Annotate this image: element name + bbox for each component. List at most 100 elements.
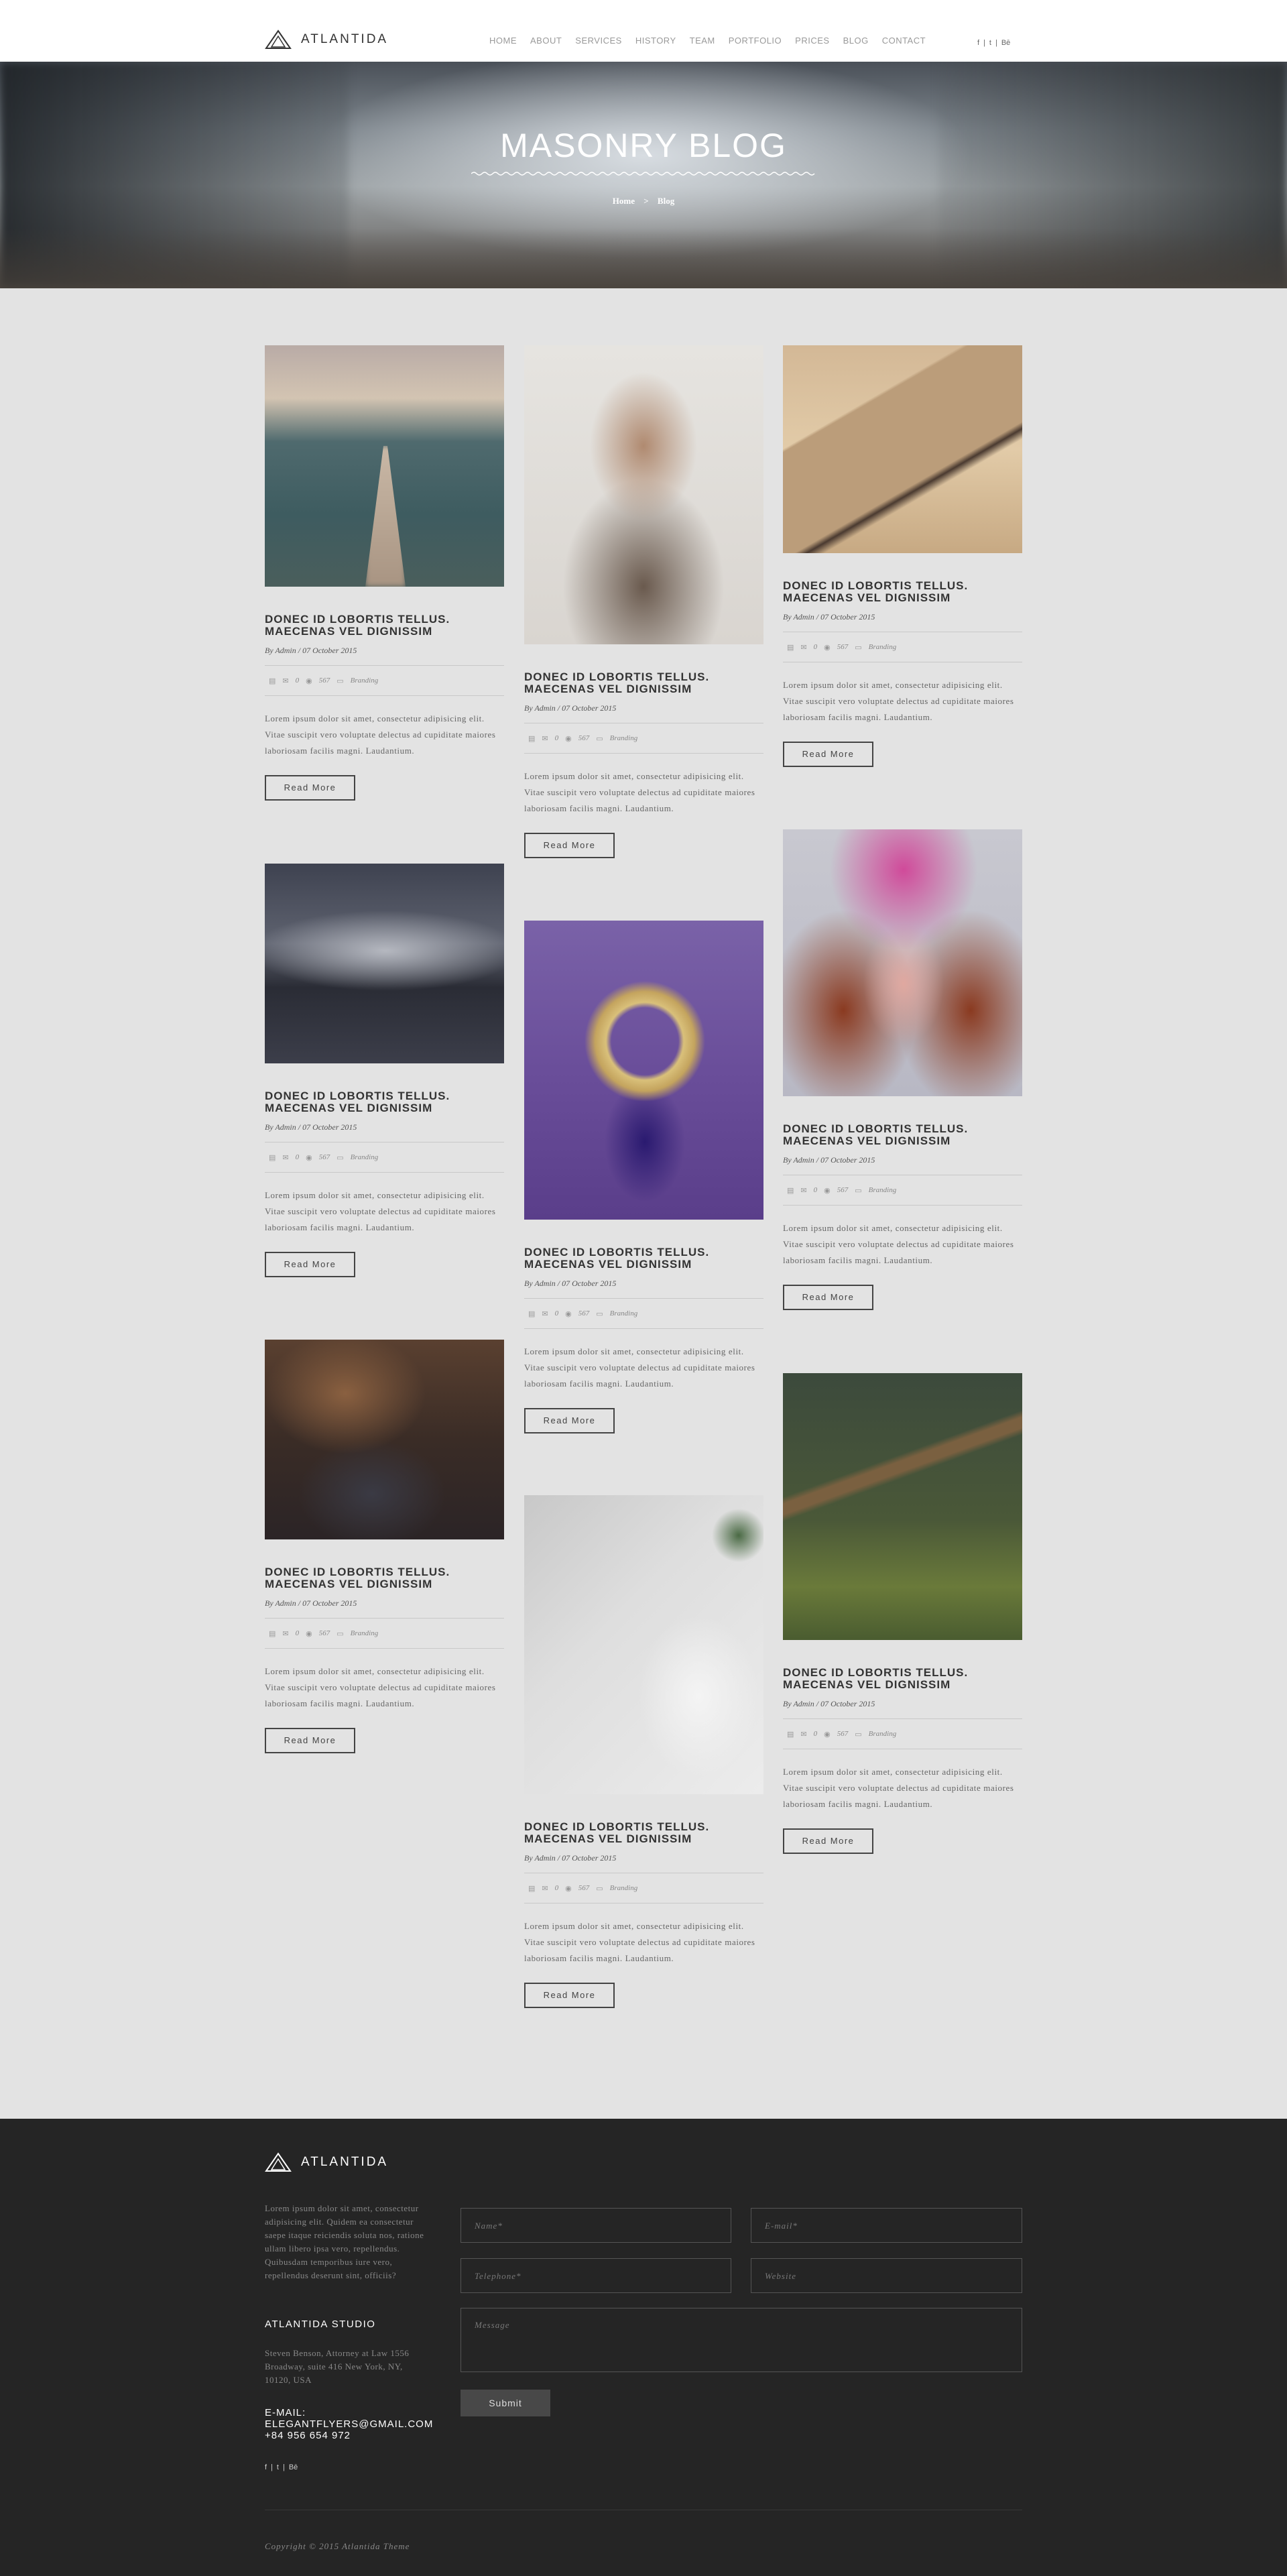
post-category[interactable]: Branding (351, 1629, 379, 1637)
nav-portfolio[interactable]: PORTFOLIO (729, 36, 782, 46)
eye-icon: ◉ (565, 1309, 572, 1318)
post-category[interactable]: Branding (610, 1309, 638, 1318)
nav-about[interactable]: ABOUT (530, 36, 562, 46)
post-title[interactable]: DONEC ID LOBORTIS TELLUS. MAECENAS VEL D… (524, 1821, 763, 1845)
post-category[interactable]: Branding (869, 643, 897, 651)
behance-icon[interactable]: Bē (289, 2463, 298, 2471)
post-category[interactable]: Branding (869, 1186, 897, 1194)
comment-count: 0 (813, 643, 818, 651)
nav-prices[interactable]: PRICES (795, 36, 829, 46)
nav-contact[interactable]: CONTACT (882, 36, 926, 46)
main-nav: HOME ABOUT SERVICES HISTORY TEAM PORTFOL… (489, 36, 926, 46)
logo-text: ATLANTIDA (301, 32, 389, 46)
post-image[interactable] (524, 345, 763, 644)
nav-services[interactable]: SERVICES (575, 36, 622, 46)
post-category[interactable]: Branding (351, 677, 379, 685)
facebook-icon[interactable]: f (977, 39, 979, 47)
nav-home[interactable]: HOME (489, 36, 517, 46)
footer-description: Lorem ipsum dolor sit amet, consectetur … (265, 2203, 424, 2280)
read-more-button[interactable]: Read More (265, 1728, 355, 1753)
email-link[interactable]: ELEGANTFLYERS@GMAIL.COM (265, 2418, 433, 2430)
logo-triangle-icon (265, 2152, 292, 2172)
read-more-button[interactable]: Read More (265, 775, 355, 801)
post-byline: By Admin / 07 October 2015 (524, 1279, 617, 1288)
submit-button[interactable]: Submit (461, 2390, 550, 2416)
image-icon: ▤ (269, 1153, 276, 1162)
copyright: Copyright © 2015 Atlantida Theme (265, 2541, 410, 2551)
post-excerpt: Lorem ipsum dolor sit amet, consectetur … (265, 713, 496, 756)
post-title[interactable]: DONEC ID LOBORTIS TELLUS. MAECENAS VEL D… (524, 1246, 763, 1271)
post-image[interactable] (265, 345, 504, 587)
read-more-button[interactable]: Read More (783, 1285, 873, 1310)
facebook-icon[interactable]: f (265, 2463, 267, 2471)
post-title[interactable]: DONEC ID LOBORTIS TELLUS. MAECENAS VEL D… (524, 671, 763, 695)
post-title[interactable]: DONEC ID LOBORTIS TELLUS. MAECENAS VEL D… (265, 1566, 504, 1590)
footer-logo[interactable]: ATLANTIDA (265, 2152, 388, 2172)
view-count: 567 (318, 677, 330, 685)
folder-icon: ▭ (596, 734, 603, 743)
post-title[interactable]: DONEC ID LOBORTIS TELLUS. MAECENAS VEL D… (783, 1667, 1022, 1691)
folder-icon: ▭ (336, 1153, 344, 1162)
post-category[interactable]: Branding (869, 1730, 897, 1738)
post-image[interactable] (265, 864, 504, 1063)
breadcrumb-home[interactable]: Home (613, 196, 635, 206)
blog-post: DONEC ID LOBORTIS TELLUS. MAECENAS VEL D… (265, 1340, 504, 1753)
folder-icon: ▭ (336, 1629, 344, 1638)
view-count: 567 (837, 643, 849, 651)
email-field[interactable]: E-mail* (751, 2208, 1022, 2243)
read-more-button[interactable]: Read More (783, 1828, 873, 1854)
read-more-button[interactable]: Read More (524, 1983, 615, 2008)
post-excerpt: Lorem ipsum dolor sit amet, consectetur … (524, 1346, 755, 1389)
nav-history[interactable]: HISTORY (635, 36, 676, 46)
post-title[interactable]: DONEC ID LOBORTIS TELLUS. MAECENAS VEL D… (783, 1123, 1022, 1147)
nav-blog[interactable]: BLOG (843, 36, 869, 46)
read-more-button[interactable]: Read More (265, 1252, 355, 1277)
post-title[interactable]: DONEC ID LOBORTIS TELLUS. MAECENAS VEL D… (265, 1090, 504, 1114)
post-image[interactable] (783, 829, 1022, 1096)
twitter-icon[interactable]: t (277, 2463, 279, 2471)
post-byline: By Admin / 07 October 2015 (783, 612, 875, 622)
folder-icon: ▭ (596, 1884, 603, 1893)
footer-contact: E-MAIL: ELEGANTFLYERS@GMAIL.COM +84 956 … (265, 2407, 433, 2441)
post-image[interactable] (265, 1340, 504, 1539)
comment-count: 0 (813, 1730, 818, 1738)
view-count: 567 (318, 1629, 330, 1637)
view-count: 567 (578, 1309, 590, 1318)
post-byline: By Admin / 07 October 2015 (524, 703, 617, 713)
post-image[interactable] (783, 345, 1022, 553)
folder-icon: ▭ (855, 1730, 862, 1739)
post-meta: ▤ ✉ 0 ◉ 567 ▭ Branding (524, 723, 763, 754)
behance-icon[interactable]: Bē (1001, 39, 1010, 47)
website-field[interactable]: Website (751, 2258, 1022, 2293)
post-meta: ▤ ✉ 0 ◉ 567 ▭ Branding (783, 1718, 1022, 1749)
eye-icon: ◉ (306, 1629, 312, 1638)
post-category[interactable]: Branding (610, 734, 638, 742)
blog-post: DONEC ID LOBORTIS TELLUS. MAECENAS VEL D… (783, 829, 1022, 1310)
post-title[interactable]: DONEC ID LOBORTIS TELLUS. MAECENAS VEL D… (783, 580, 1022, 604)
post-category[interactable]: Branding (351, 1153, 379, 1161)
post-excerpt: Lorem ipsum dolor sit amet, consectetur … (783, 1767, 1014, 1809)
post-image[interactable] (524, 1495, 763, 1794)
logo[interactable]: ATLANTIDA (265, 30, 388, 50)
image-icon: ▤ (528, 1884, 536, 1893)
post-category[interactable]: Branding (610, 1884, 638, 1892)
read-more-button[interactable]: Read More (524, 1408, 615, 1433)
telephone-field[interactable]: Telephone* (461, 2258, 731, 2293)
eye-icon: ◉ (824, 1186, 831, 1195)
read-more-button[interactable]: Read More (524, 833, 615, 858)
post-image[interactable] (524, 921, 763, 1220)
name-field[interactable]: Name* (461, 2208, 731, 2243)
read-more-button[interactable]: Read More (783, 742, 873, 767)
image-icon: ▤ (528, 734, 536, 743)
post-title[interactable]: DONEC ID LOBORTIS TELLUS. MAECENAS VEL D… (265, 613, 504, 638)
post-meta: ▤ ✉ 0 ◉ 567 ▭ Branding (783, 1175, 1022, 1206)
message-field[interactable]: Message (461, 2308, 1022, 2372)
post-meta: ▤ ✉ 0 ◉ 567 ▭ Branding (265, 665, 504, 696)
phone-number: +84 956 654 972 (265, 2430, 351, 2441)
eye-icon: ◉ (306, 1153, 312, 1162)
twitter-icon[interactable]: t (989, 39, 991, 47)
view-count: 567 (837, 1730, 849, 1738)
hero-banner: MASONRY BLOG Home > Blog (0, 62, 1287, 288)
nav-team[interactable]: TEAM (690, 36, 715, 46)
post-image[interactable] (783, 1373, 1022, 1640)
